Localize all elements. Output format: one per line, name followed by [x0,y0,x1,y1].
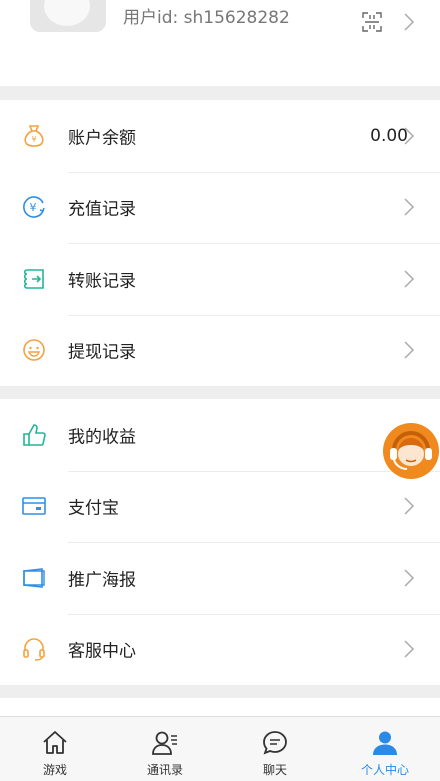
chevron-right-icon [404,198,415,216]
menu-item-recharge-records[interactable]: ¥ 充值记录 [0,171,440,244]
transfer-icon [20,265,48,293]
chevron-right-icon [404,569,415,587]
poster-icon [20,564,48,592]
headset-icon [20,635,48,663]
qr-code-icon[interactable] [361,11,383,33]
user-id: 用户id: sh15628282 [123,8,290,28]
menu-item-label: 推广海报 [68,570,136,591]
chevron-right-icon [404,127,415,145]
svg-text:¥: ¥ [30,201,37,214]
svg-text:¥: ¥ [31,135,36,144]
card-icon [20,492,48,520]
chat-icon [263,731,287,755]
smiley-icon [20,336,48,364]
menu-item-balance[interactable]: ¥ 账户余额 0.00 [0,100,440,172]
customer-service-avatar-icon[interactable] [380,420,440,482]
home-icon [43,731,67,754]
menu-item-label: 账户余额 [68,128,136,149]
menu-item-label: 转账记录 [68,271,136,292]
tab-profile-center[interactable]: 个人中心 [330,717,440,781]
contacts-icon [152,731,177,755]
menu-group-services: 我的收益 支付宝 推广海报 客服中心 [0,399,440,685]
menu-item-label: 客服中心 [68,641,136,662]
profile-header[interactable]: 用户id: sh15628282 [0,0,440,86]
menu-item-promo-poster[interactable]: 推广海报 [0,542,440,614]
tab-chat[interactable]: 聊天 [220,717,330,781]
chevron-right-icon [404,13,415,31]
menu-group-partial [0,698,440,716]
yen-recharge-icon: ¥ [20,193,48,221]
tab-games[interactable]: 游戏 [0,717,110,781]
tab-contacts[interactable]: 通讯录 [110,717,220,781]
menu-item-label: 支付宝 [68,498,119,519]
menu-item-label: 充值记录 [68,199,136,220]
menu-item-transfer-records[interactable]: 转账记录 [0,243,440,315]
tab-label: 个人中心 [360,763,409,777]
tab-label: 聊天 [262,763,287,777]
chevron-right-icon [404,270,415,288]
menu-item-customer-service[interactable]: 客服中心 [0,613,440,686]
menu-item-my-earnings[interactable]: 我的收益 [0,399,440,471]
bottom-tab-bar: 游戏 通讯录 聊天 个人中心 [0,716,440,781]
chevron-right-icon [404,640,415,658]
menu-item-label: 我的收益 [68,427,136,448]
menu-item-label: 提现记录 [68,342,136,363]
menu-item-withdraw-records[interactable]: 提现记录 [0,314,440,387]
chevron-right-icon [404,497,415,515]
money-bag-icon: ¥ [20,122,48,150]
chevron-right-icon [404,341,415,359]
tab-label: 游戏 [42,763,67,777]
thumbs-up-icon [20,421,48,449]
menu-group-wallet: ¥ 账户余额 0.00 ¥ 充值记录 转账记录 提现记录 [0,100,440,386]
tab-label: 通讯录 [146,763,183,777]
avatar[interactable] [30,0,106,32]
menu-item-alipay[interactable]: 支付宝 [0,470,440,543]
person-icon [373,731,397,755]
